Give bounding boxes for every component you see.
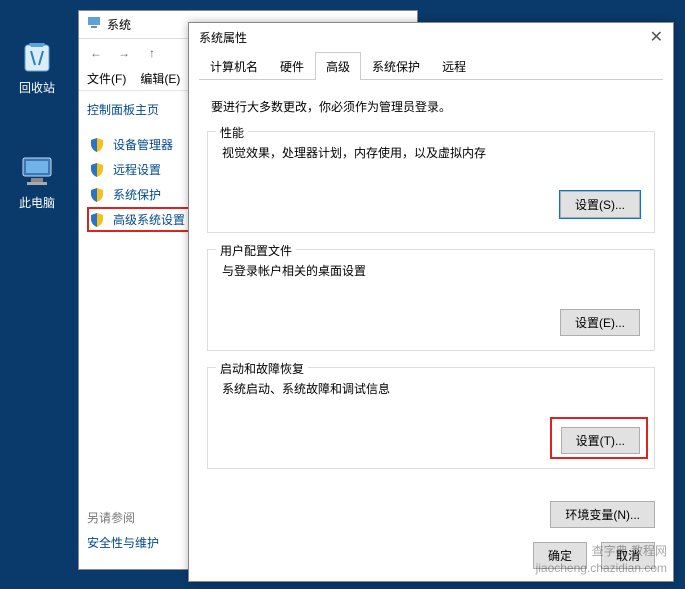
admin-note: 要进行大多数更改，你必须作为管理员登录。 [211,98,651,115]
menu-edit[interactable]: 编辑(E) [140,70,180,87]
group-description: 系统启动、系统故障和调试信息 [222,380,640,397]
menu-file[interactable]: 文件(F) [87,70,126,87]
see-also-link-security[interactable]: 安全性与维护 [87,534,159,551]
see-also-heading: 另请参阅 [87,509,159,526]
system-properties-dialog: 系统属性 ✕ 计算机名 硬件 高级 系统保护 远程 要进行大多数更改，你必须作为… [188,22,674,582]
dialog-body: 要进行大多数更改，你必须作为管理员登录。 性能 视觉效果，处理器计划，内存使用，… [189,80,673,495]
desktop-icon-recycle[interactable]: 回收站 [7,35,67,96]
desktop-icon-label: 此电脑 [7,194,67,211]
close-button[interactable]: ✕ [650,27,663,47]
computer-icon [87,11,101,39]
group-legend: 启动和故障恢复 [216,360,308,377]
tab-remote[interactable]: 远程 [431,52,477,80]
back-button[interactable]: ← [87,46,105,60]
profiles-settings-button[interactable]: 设置(E)... [560,309,640,336]
group-description: 视觉效果，处理器计划，内存使用，以及虚拟内存 [222,144,640,161]
forward-button[interactable]: → [115,46,133,60]
desktop-icon-this-pc[interactable]: 此电脑 [7,150,67,211]
dialog-button-row: 确定 取消 [533,542,655,569]
desktop-icon-label: 回收站 [7,79,67,96]
performance-settings-button[interactable]: 设置(S)... [560,191,640,218]
dialog-titlebar[interactable]: 系统属性 ✕ [189,23,673,51]
tab-system-protection[interactable]: 系统保护 [361,52,431,80]
see-also-section: 另请参阅 安全性与维护 [87,509,159,551]
sidebar-item-label: 系统保护 [113,186,161,203]
cancel-button[interactable]: 取消 [601,542,655,569]
group-description: 与登录帐户相关的桌面设置 [222,262,640,279]
group-startup-recovery: 启动和故障恢复 系统启动、系统故障和调试信息 设置(T)... [207,367,655,469]
tab-computer-name[interactable]: 计算机名 [199,52,269,80]
window-title: 系统 [107,11,131,39]
dialog-title: 系统属性 [199,29,247,46]
startup-settings-button[interactable]: 设置(T)... [561,427,640,454]
sidebar-item-label: 设备管理器 [113,136,173,153]
group-performance: 性能 视觉效果，处理器计划，内存使用，以及虚拟内存 设置(S)... [207,131,655,233]
sidebar-item-label: 远程设置 [113,161,161,178]
tab-hardware[interactable]: 硬件 [269,52,315,80]
recycle-bin-icon [17,35,57,75]
tab-strip: 计算机名 硬件 高级 系统保护 远程 [199,51,663,80]
shield-icon [89,137,105,153]
shield-icon [89,162,105,178]
group-user-profiles: 用户配置文件 与登录帐户相关的桌面设置 设置(E)... [207,249,655,351]
tab-advanced[interactable]: 高级 [315,52,361,80]
up-button[interactable]: ↑ [143,46,161,60]
shield-icon [89,212,105,228]
this-pc-icon [17,150,57,190]
environment-variables-button[interactable]: 环境变量(N)... [550,501,655,528]
sidebar-item-label: 高级系统设置 [113,211,185,228]
ok-button[interactable]: 确定 [533,542,587,569]
group-legend: 性能 [216,124,248,141]
shield-icon [89,187,105,203]
group-legend: 用户配置文件 [216,242,296,259]
